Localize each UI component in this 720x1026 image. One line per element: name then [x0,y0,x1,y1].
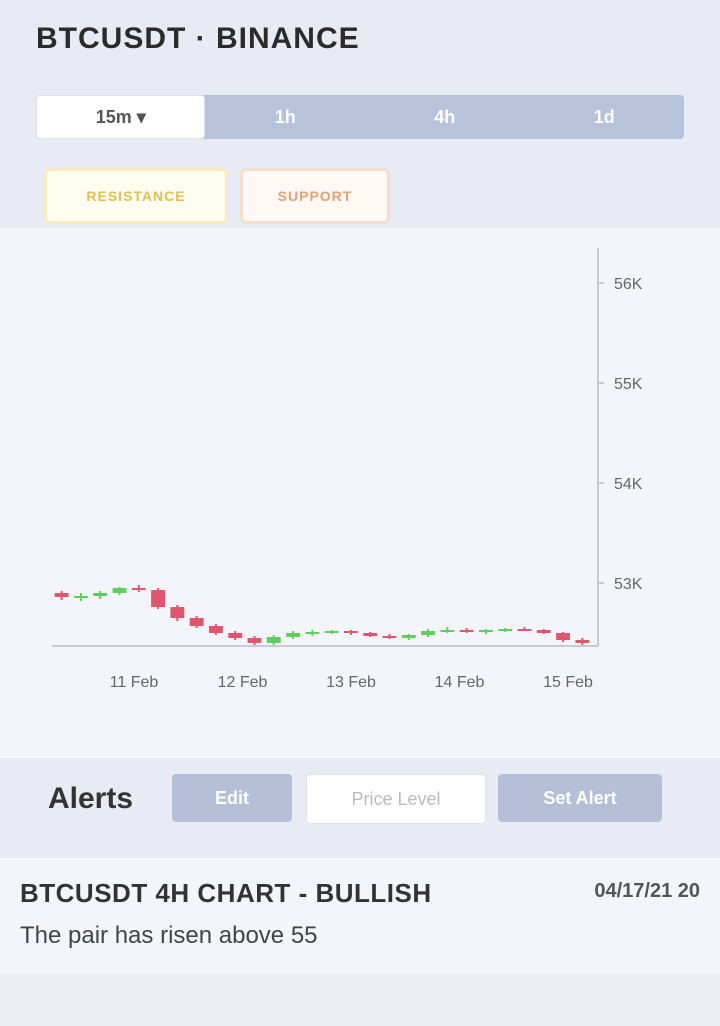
time-axis-label: 12 Feb [218,674,268,691]
time-axis-label: 13 Feb [326,674,376,691]
timeframe-1h[interactable]: 1h [205,95,365,139]
candle-up[interactable] [266,637,281,643]
candle-down[interactable] [228,633,243,638]
price-tick-label: 53K [614,576,643,593]
timeframe-dropdown[interactable]: 15m ▾ [36,95,206,139]
timeframe-4h[interactable]: 4h [365,95,525,139]
alert-title: BTCUSDT 4H CHART - BULLISH [20,878,432,908]
candle-down[interactable] [363,633,378,636]
alert-time: 04/17/21 20 [594,880,700,902]
price-chart[interactable]: 56K 55K 54K 53K 11 Feb 12 Feb 13 Feb 14 Feb 15 F… [0,228,720,758]
timeframe-selector: 15m ▾ 1h 4h 1d [36,95,684,139]
candle-up[interactable] [421,631,436,635]
candle-up[interactable] [112,588,127,593]
timeframe-1d[interactable]: 1d [524,95,684,139]
alert-list-item[interactable] [0,858,720,974]
time-axis-label: 11 Feb [110,674,159,691]
candle-up[interactable] [478,630,493,632]
support-toggle[interactable]: SUPPORT [240,168,390,224]
candle-up[interactable] [93,593,108,596]
resistance-toggle[interactable]: RESISTANCE [44,168,228,224]
candle-down[interactable] [208,626,223,633]
time-axis-label: 15 Feb [543,674,593,691]
candle-down[interactable] [189,618,204,626]
candle-down[interactable] [151,590,166,607]
candlestick-chart[interactable]: 56K 55K 54K 53K 11 Feb 12 Feb 13 Feb 14 Feb 15 F… [0,228,720,758]
edit-button[interactable]: Edit [172,774,292,822]
candle-down[interactable] [131,588,146,590]
candle-up[interactable] [324,631,339,633]
alert-description: The pair has risen above 55 [20,922,318,949]
set-alert-button[interactable]: Set Alert [498,774,662,822]
bottom-strip [0,974,720,1026]
candle-down[interactable] [247,638,262,643]
time-axis-label: 14 Feb [435,674,485,691]
alerts-heading: Alerts [48,782,134,815]
candle-down[interactable] [575,640,590,643]
price-tick-label: 54K [614,476,643,493]
candle-down[interactable] [556,633,571,640]
pair-title: BTCUSDT · BINANCE [36,22,360,55]
price-tick-label: 56K [614,276,643,293]
candle-up[interactable] [498,629,513,631]
candle-up[interactable] [401,635,416,638]
candle-down[interactable] [382,636,397,638]
candle-down[interactable] [536,630,551,633]
candle-down[interactable] [54,593,69,597]
candle-up[interactable] [440,630,455,632]
candle-up[interactable] [305,632,320,634]
candle-down[interactable] [459,630,474,632]
candle-down[interactable] [170,607,185,618]
price-level-input[interactable]: Price Level [306,774,486,824]
candle-up[interactable] [73,596,88,598]
candle-down[interactable] [517,629,532,631]
candle-up[interactable] [286,633,301,637]
candle-down[interactable] [343,631,358,633]
price-tick-label: 55K [614,376,643,393]
